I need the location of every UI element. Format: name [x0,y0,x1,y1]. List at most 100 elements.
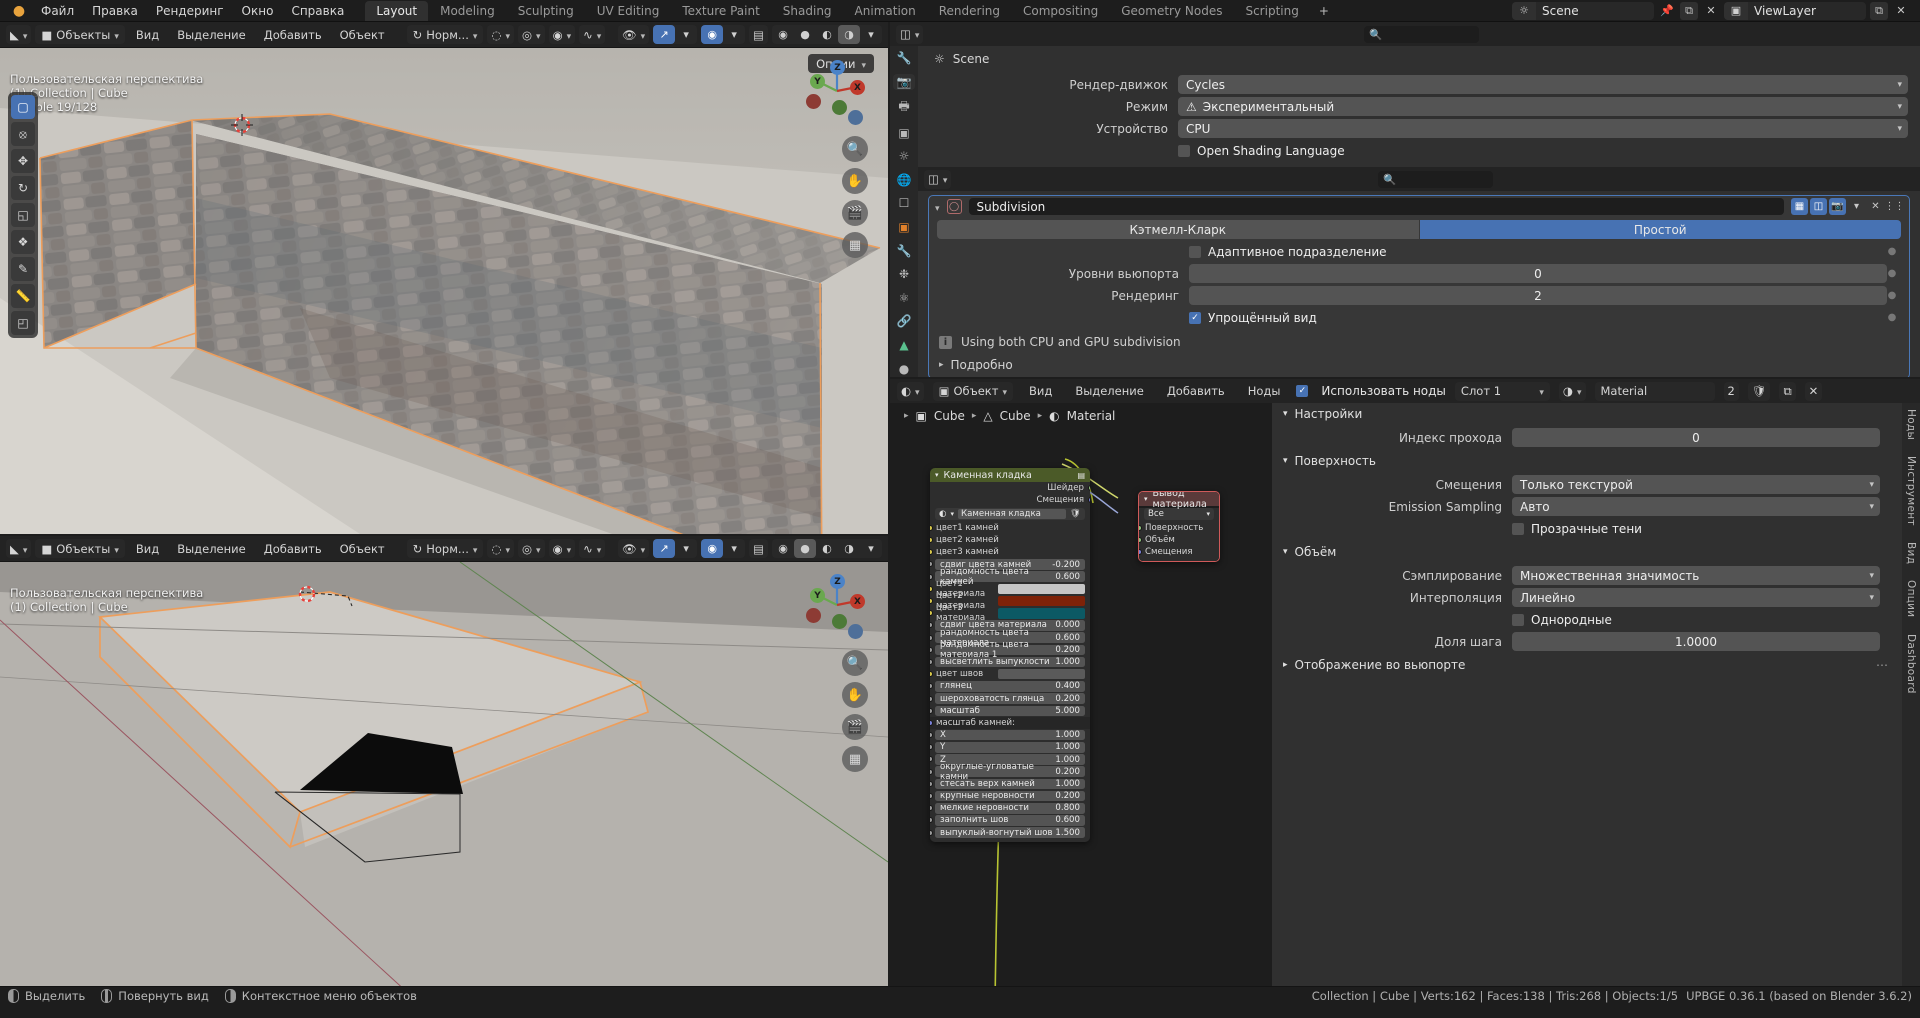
gizmo-bottom-axis-x[interactable]: X [850,594,865,609]
node-value-field[interactable]: крупные неровности 0.200 [935,790,1085,802]
transform-orientation-selector[interactable]: ↻ Норм... [406,25,484,44]
render-display-icon[interactable]: 📷 [1829,198,1846,215]
gizmo-dropdown-icon[interactable]: ▾ [675,25,697,44]
tab-output[interactable]: 🖶 [893,97,915,117]
device-select[interactable]: CPU ▾ [1178,119,1908,138]
side-tab-tool[interactable]: Инструмент [1905,456,1917,526]
xray-toggle-icon[interactable]: ▤ [749,25,768,44]
node-value-field[interactable]: шероховатость глянца 0.200 [935,693,1085,704]
ortho-persp-toggle-icon[interactable]: ▦ [842,232,868,258]
annotate-tool[interactable]: ✎ [11,257,35,281]
viewlayer-selector[interactable]: ▣ ViewLayer [1724,1,1866,20]
output-input-volume[interactable]: Объём [1139,534,1219,546]
tab-object-data[interactable]: ▲ [893,337,915,354]
tab-physics[interactable]: ⚛ [893,289,915,306]
tab-render[interactable]: 📷 [893,73,915,91]
node-value-field[interactable]: X 1.000 [935,729,1085,741]
node-socket-row[interactable]: округлые-угловатые камни 0.200 [930,762,1090,782]
output-input-surface[interactable]: Поверхность [1139,522,1219,534]
gizmo-axis-x[interactable]: X [850,80,865,95]
catmull-clark-button[interactable]: Кэтмелл-Кларк [937,220,1419,239]
unlink-material-icon[interactable]: ✕ [1804,381,1823,401]
menu-window[interactable]: Окно [233,2,283,20]
solid-shading-icon[interactable]: ● [794,25,816,44]
tab-scene[interactable]: ☼ [893,148,915,165]
expand-chevron-icon[interactable] [935,200,940,214]
new-viewlayer-icon[interactable]: ⧉ [1870,1,1888,20]
gizmo-axis-neg-z[interactable] [848,110,863,125]
proportional-edit-icon[interactable]: ◉ [548,25,576,44]
workspace-tab-animation[interactable]: Animation [844,1,927,21]
node-socket-row[interactable]: глянец 0.400 [930,680,1090,692]
modifier-editor-type-icon[interactable]: ◫ [924,169,952,189]
new-material-icon[interactable]: ⧉ [1779,381,1796,401]
workspace-tab-modeling[interactable]: Modeling [429,1,506,21]
node-socket-row[interactable]: цвет3 камней [930,546,1090,558]
ortho-persp-toggle-icon-2[interactable]: ▦ [842,746,868,772]
node-socket-row[interactable]: мелкие неровности 0.800 [930,802,1090,814]
node-value-field[interactable]: масштаб 5.000 [935,705,1085,717]
show-gizmo-icon-2[interactable]: ↗ [653,539,676,558]
overlays-dropdown-icon-2[interactable]: ▾ [723,539,745,558]
editor-type-icon[interactable]: ◣ [6,25,32,44]
overlays-dropdown-icon[interactable]: ▾ [723,25,745,44]
node-value-field[interactable]: Y 1.000 [935,742,1085,753]
blender-logo-icon[interactable]: ● [6,2,32,20]
viewport-levels-field[interactable]: 0 [1189,264,1887,283]
modifier-extras-icon[interactable]: ▾ [1848,198,1865,215]
side-tab-view[interactable]: Вид [1905,542,1917,564]
show-overlays-icon-2[interactable]: ◉ [701,539,724,558]
move-tool[interactable]: ✥ [11,149,35,173]
viewport-3d-top[interactable]: ◣ ■Объекты Вид Выделение Добавить Объект… [0,22,888,534]
node-socket-row[interactable]: масштаб 5.000 [930,705,1090,717]
emission-sampling-select[interactable]: Авто ▾ [1512,497,1880,516]
node-value-field[interactable]: стесать верх камней 1.000 [935,778,1085,790]
workspace-tab-texture-paint[interactable]: Texture Paint [671,1,770,21]
gizmo-axis-y[interactable]: Y [810,74,825,89]
workspace-tab-geometry-nodes[interactable]: Geometry Nodes [1110,1,1233,21]
node-socket-row[interactable]: заполнить шов 0.600 [930,814,1090,826]
material-users-count[interactable]: 2 [1723,381,1739,401]
material-slot-selector[interactable]: Слот 1 [1454,381,1550,401]
view-menu-2[interactable]: Вид [129,539,166,558]
object-mode-selector-2[interactable]: ■ Объекты [35,539,125,558]
optimal-display-wrap[interactable]: ✓ Упрощённый вид [1189,308,1887,327]
node-socket-row[interactable]: шероховатость глянца 0.200 [930,693,1090,705]
properties-editor[interactable]: ◫ 🔍 🔧 📷 🖶 ▣ ☼ 🌐 ☐ ▣ 🔧 ❉ ⚛ 🔗 ▲ ● ☼ [890,22,1920,377]
gizmo-bottom-axis-y[interactable]: Y [810,588,825,603]
use-nodes-checkbox[interactable]: ✓ [1296,385,1309,397]
tab-material[interactable]: ● [893,360,915,377]
rotate-tool[interactable]: ↻ [11,176,35,200]
animate-dot-1[interactable]: ● [1887,246,1897,257]
node-value-field[interactable]: округлые-угловатые камни 0.200 [935,762,1085,782]
use-nodes-toggle[interactable]: ✓ Использовать ноды [1296,384,1446,398]
viewport-3d-bottom[interactable]: ◣ ■Объекты Вид Выделение Добавить Объект… [0,536,888,1004]
render-levels-field[interactable]: 2 [1189,286,1887,305]
workspace-tab-compositing[interactable]: Compositing [1012,1,1109,21]
navigation-gizmo-bottom[interactable]: Z Y X [804,572,870,639]
menu-render[interactable]: Рендеринг [147,2,233,20]
add-workspace-button[interactable]: + [1311,1,1337,21]
node-collapse-icon[interactable]: ▾ [935,471,939,479]
falloff-curve-icon[interactable]: ∿ [579,25,606,44]
side-tab-dashboard[interactable]: Dashboard [1905,634,1917,694]
modifier-close-icon[interactable]: ✕ [1867,198,1884,215]
modifier-drag-icon[interactable]: ⋮⋮ [1885,198,1905,215]
visibility-icon-2[interactable]: 👁 [617,539,650,558]
node-output-header[interactable]: ▾ Вывод материала [1139,492,1219,510]
osl-checkbox[interactable] [1178,144,1190,157]
homogeneous-checkbox[interactable] [1512,613,1524,626]
snap-magnet-icon[interactable]: ◌ [487,25,514,44]
node-color-row[interactable]: цвет швов [930,668,1090,680]
camera-view-icon-2[interactable]: 🎬 [842,714,868,740]
animate-dot-3[interactable]: ● [1887,290,1897,301]
delete-viewlayer-icon[interactable]: ✕ [1892,2,1910,20]
node-value-field[interactable]: глянец 0.400 [935,681,1085,692]
drag-handle-icon[interactable]: ⋯ [1876,658,1902,672]
delete-scene-icon[interactable]: ✕ [1702,2,1720,20]
tab-tool[interactable]: 🔧 [893,50,915,67]
viewport-bottom-canvas[interactable]: Пользовательская перспектива (1) Collect… [0,562,888,1004]
material-properties-panel[interactable]: ▾ Настройки Индекс прохода 0 ▾ Поверхнос… [1272,403,1902,1004]
material-preview-icon-2[interactable]: ◐ [816,539,838,558]
simple-button[interactable]: Простой [1419,220,1901,239]
